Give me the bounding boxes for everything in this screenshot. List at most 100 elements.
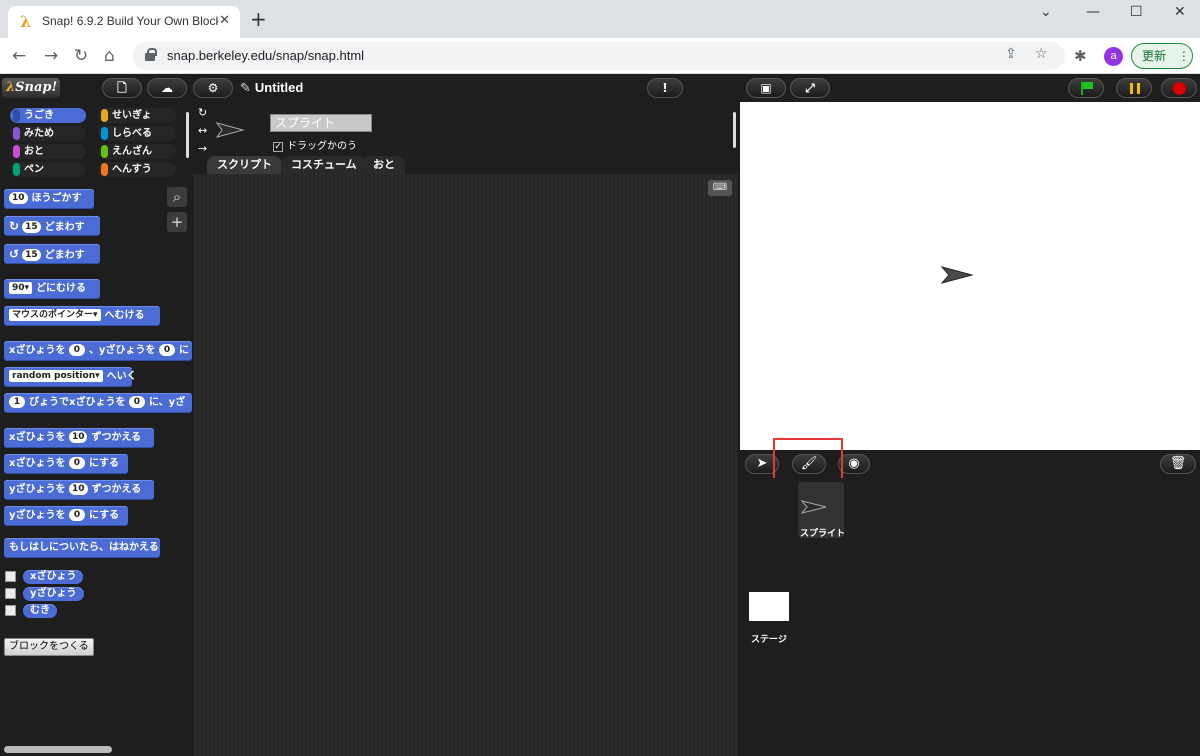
block-text: へむける (104, 310, 145, 321)
category-variables[interactable]: へんすう (98, 162, 176, 177)
block-move[interactable]: 10 ほうごかす (4, 189, 94, 209)
add-block-plus-icon[interactable]: + (167, 212, 187, 232)
block-dropdown-input[interactable]: マウスのポインター▾ (9, 309, 101, 321)
bookmark-star-icon[interactable]: ☆ (1035, 46, 1048, 62)
profile-avatar[interactable]: a (1104, 47, 1123, 66)
category-operators[interactable]: えんざん (98, 144, 176, 159)
block-input[interactable]: 15 (22, 249, 41, 261)
reporter-x-position[interactable]: xざひょう (23, 570, 84, 584)
search-blocks-icon[interactable]: ⌕ (167, 187, 187, 207)
keyboard-entry-icon[interactable]: ⌨ (708, 180, 732, 196)
url-field[interactable]: snap.berkeley.edu/snap/snap.html ⇪ ☆ (133, 42, 1065, 70)
presentation-mode-button[interactable]: ⤢ (790, 78, 830, 98)
block-change-x[interactable]: xざひょうを 10 ずつかえる (4, 428, 154, 448)
pause-button[interactable] (1116, 78, 1152, 98)
block-input[interactable]: 0 (68, 457, 85, 469)
url-text[interactable]: snap.berkeley.edu/snap/snap.html (167, 48, 364, 63)
reporter-direction[interactable]: むき (23, 604, 57, 618)
y-position-checkbox[interactable] (5, 588, 16, 599)
palette-scrollbar[interactable] (4, 746, 112, 753)
block-point-in-direction[interactable]: 90▾ どにむける (4, 279, 100, 299)
block-turn-clockwise[interactable]: ↻ 15 どまわす (4, 216, 100, 236)
block-input[interactable]: 0 (158, 344, 175, 356)
rotate-freely-icon[interactable]: ↻ (198, 106, 207, 119)
file-menu-button[interactable]: 🗋 (102, 78, 142, 98)
tab-search-icon[interactable]: ⌄ (1040, 4, 1052, 20)
category-label: みため (24, 128, 54, 139)
trash-button[interactable]: 🗑 (1160, 454, 1196, 474)
block-input[interactable]: 15 (22, 221, 41, 233)
block-input[interactable]: 0 (69, 509, 86, 521)
close-tab-icon[interactable]: ✕ (219, 13, 230, 28)
trash-icon: 🗑 (1169, 456, 1187, 471)
category-looks[interactable]: みため (10, 126, 86, 141)
block-point-towards[interactable]: マウスのポインター▾ へむける (4, 306, 160, 326)
block-change-y[interactable]: yざひょうを 10 ずつかえる (4, 480, 154, 500)
category-motion[interactable]: うごき (10, 108, 86, 123)
reporter-y-position[interactable]: yざひょう (23, 587, 84, 601)
category-sensing[interactable]: しらべる (98, 126, 176, 141)
x-position-checkbox[interactable] (5, 571, 16, 582)
block-set-x[interactable]: xざひょうを 0 にする (4, 454, 128, 474)
block-input[interactable]: 0 (68, 344, 85, 356)
scripting-area[interactable]: ⌨ (193, 174, 738, 756)
direction-checkbox[interactable] (5, 605, 16, 616)
update-button[interactable]: 更新 ⋮ (1131, 43, 1193, 69)
project-title[interactable]: ✎ Untitled (240, 80, 303, 96)
block-input[interactable]: 1 (9, 396, 25, 408)
block-input[interactable]: 0 (128, 396, 145, 408)
draggable-checkbox[interactable]: ✓ ドラッグかのう (273, 137, 357, 152)
block-input[interactable]: 10 (69, 483, 88, 495)
block-bounce[interactable]: もしはしについたら、はねかえる (4, 538, 160, 558)
block-turn-counterclockwise[interactable]: ↺ 15 どまわす (4, 244, 100, 264)
category-sound[interactable]: おと (10, 144, 86, 159)
unused-blocks-button[interactable]: ! (647, 78, 683, 98)
editor-tabs: スクリプト コスチューム おと (193, 156, 738, 174)
reload-icon[interactable]: ↻ (74, 46, 88, 66)
block-set-y[interactable]: yざひょうを 0 にする (4, 506, 128, 526)
window-close-icon[interactable]: ✕ (1174, 4, 1186, 20)
block-go-to-xy[interactable]: xざひょうを 0 、yざひょうを 0に (4, 341, 192, 361)
left-right-only-icon[interactable]: ↔ (198, 124, 207, 137)
block-go-to[interactable]: random position▾ へいく (4, 367, 137, 387)
dont-rotate-icon[interactable]: → (198, 142, 207, 155)
block-dropdown-input[interactable]: 90▾ (9, 282, 33, 294)
make-a-block-button[interactable]: ブロックをつくる (4, 638, 94, 656)
tab-sounds[interactable]: おと (363, 156, 405, 174)
sprite-arrow-icon[interactable] (941, 266, 973, 284)
tab-scripts[interactable]: スクリプト (207, 156, 282, 174)
home-icon[interactable]: ⌂ (104, 46, 115, 66)
stage[interactable] (740, 102, 1200, 450)
settings-menu-button[interactable]: ⚙ (193, 78, 233, 98)
category-pen[interactable]: ペン (10, 162, 86, 177)
sprite-name-field[interactable]: スプライト (270, 114, 372, 132)
tab-costumes[interactable]: コスチューム (281, 156, 367, 174)
new-tab-icon[interactable]: + (250, 9, 267, 29)
block-text: 、yざひょうを (88, 345, 156, 356)
stage-thumbnail[interactable] (749, 592, 789, 621)
lock-icon[interactable] (145, 48, 157, 61)
stage-size-button[interactable]: ▣ (746, 78, 786, 98)
minimize-icon[interactable]: — (1086, 4, 1100, 20)
forward-icon[interactable]: → (44, 46, 58, 66)
sprite-corral-icon[interactable]: スプライト (798, 482, 845, 539)
block-dropdown-input[interactable]: random position▾ (9, 370, 103, 382)
extensions-puzzle-icon[interactable]: ✱ (1074, 46, 1087, 66)
stop-button[interactable] (1161, 78, 1197, 98)
category-label: おと (24, 146, 44, 157)
browser-tab[interactable]: λ Snap! 6.9.2 Build Your Own Blocks ✕ (8, 6, 240, 38)
category-control[interactable]: せいぎょ (98, 108, 176, 123)
maximize-icon[interactable]: ☐ (1130, 4, 1143, 20)
block-input[interactable]: 10 (9, 192, 28, 204)
share-icon[interactable]: ⇪ (1005, 46, 1017, 62)
block-glide[interactable]: 1 びょうでxざひょうを 0 に、yざ (4, 393, 192, 413)
block-input[interactable]: 10 (68, 431, 88, 443)
category-color-chip (101, 145, 108, 158)
back-icon[interactable]: ← (12, 46, 26, 66)
snap-logo[interactable]: λSnap! (2, 78, 60, 98)
block-text: ずつかえる (91, 484, 142, 495)
category-scrollbar[interactable] (186, 112, 189, 158)
green-flag-button[interactable] (1068, 78, 1104, 98)
cloud-menu-button[interactable]: ☁ (147, 78, 187, 98)
sprite-bar-scrollbar[interactable] (733, 112, 736, 148)
